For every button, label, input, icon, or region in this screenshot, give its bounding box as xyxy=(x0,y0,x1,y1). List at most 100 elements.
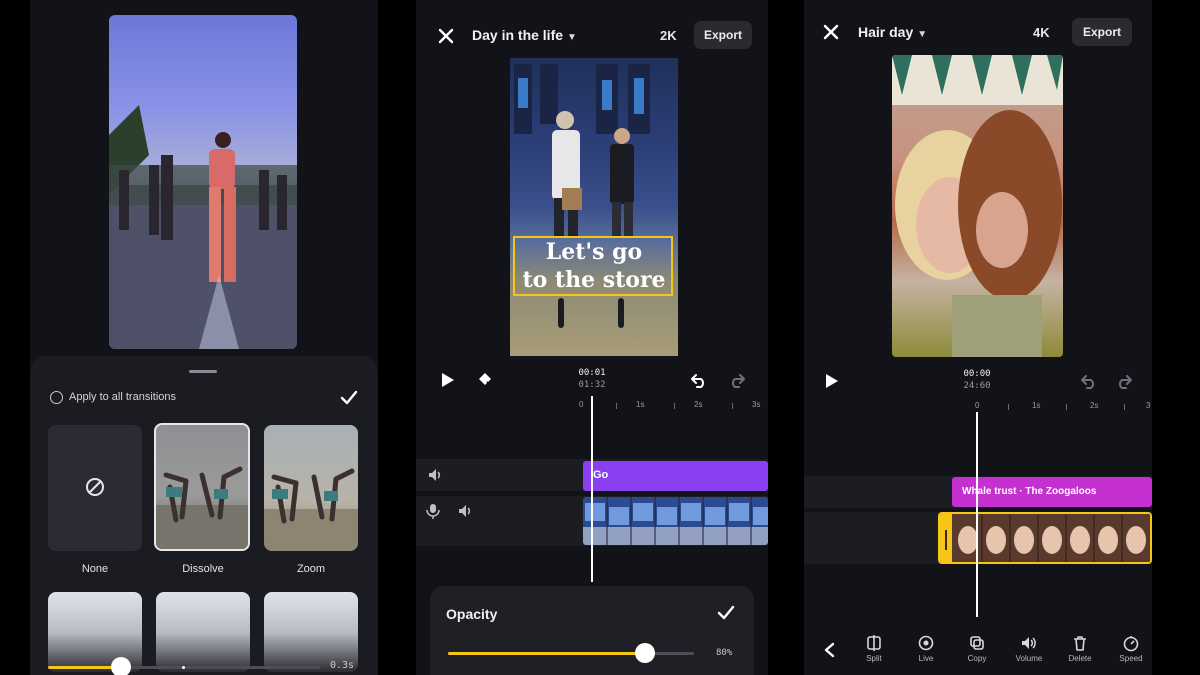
text-clip[interactable]: Go xyxy=(583,461,768,491)
tool-label: Volume xyxy=(1015,654,1043,663)
resolution-selector[interactable]: 4K xyxy=(1033,25,1050,40)
no-transition-icon xyxy=(86,478,104,496)
slider-midpoint-dot xyxy=(182,666,185,669)
video-frame-illustration xyxy=(514,64,650,328)
split-icon xyxy=(867,635,881,651)
redo-icon[interactable] xyxy=(728,371,746,389)
transition-label: None xyxy=(81,563,109,575)
phone-opacity-screen: Day in the life ▼ 2K Export Let's go to t… xyxy=(416,0,768,675)
opacity-slider-fill xyxy=(448,652,645,655)
opacity-value: 80% xyxy=(716,648,733,658)
ruler-tick xyxy=(1124,404,1125,410)
tool-label: Copy xyxy=(967,654,987,663)
sheet-grab-handle[interactable] xyxy=(189,370,217,373)
confirm-check-icon[interactable] xyxy=(339,388,359,408)
confirm-check-icon[interactable] xyxy=(716,603,736,623)
transition-label: Dissolve xyxy=(182,563,224,575)
ruler-tick xyxy=(1008,404,1009,410)
total-time: 24:60 xyxy=(963,381,991,391)
video-preview xyxy=(109,15,297,349)
opacity-panel: Opacity 80% xyxy=(430,586,754,675)
microphone-icon[interactable] xyxy=(424,502,442,520)
keyframe-icon[interactable] xyxy=(476,370,494,388)
ruler-label: 1s xyxy=(1032,401,1041,410)
apply-all-radio[interactable] xyxy=(50,391,63,404)
resolution-selector[interactable]: 2K xyxy=(660,28,677,43)
dancers-thumbnail xyxy=(264,468,358,551)
undo-icon[interactable] xyxy=(1080,372,1098,390)
text-clip-label: Go xyxy=(593,469,609,481)
ruler-label: 2s xyxy=(1090,401,1099,410)
phone-timeline-screen: Hair day ▼ 4K Export 00:00 24:60 0 1s 2s … xyxy=(804,0,1152,675)
playhead[interactable] xyxy=(976,412,978,617)
opacity-title: Opacity xyxy=(446,606,498,622)
export-button[interactable]: Export xyxy=(1072,18,1132,46)
play-icon[interactable] xyxy=(438,371,456,389)
filmstrip-frames xyxy=(583,497,768,545)
ruler-tick xyxy=(674,403,675,409)
speedometer-icon xyxy=(1123,636,1139,652)
current-time: 00:01 xyxy=(578,368,606,378)
audio-icon[interactable] xyxy=(426,466,444,484)
project-title: Day in the life xyxy=(472,27,564,43)
music-clip[interactable]: Whale trust · The Zoogaloos xyxy=(952,477,1152,507)
transition-thumb[interactable] xyxy=(156,592,250,672)
close-icon[interactable] xyxy=(437,27,455,45)
dancers-thumbnail xyxy=(156,466,248,549)
video-frame-illustration xyxy=(892,55,1063,357)
tool-label: Delete xyxy=(1068,654,1092,663)
redo-icon[interactable] xyxy=(1115,372,1133,390)
filmstrip-frames xyxy=(940,514,1150,562)
ruler-label: 1s xyxy=(636,400,645,409)
transitions-sheet: Apply to all transitions None Dissolve Z… xyxy=(30,356,378,675)
volume-icon xyxy=(1022,637,1036,649)
tool-label: Live xyxy=(918,654,934,663)
back-chevron-icon[interactable] xyxy=(821,641,839,659)
play-icon[interactable] xyxy=(822,372,840,390)
tool-label: Speed xyxy=(1119,654,1143,663)
chevron-down-icon: ▼ xyxy=(917,29,928,40)
tool-volume[interactable]: Volume xyxy=(1009,634,1049,663)
volume-icon[interactable] xyxy=(456,502,474,520)
project-title-dropdown[interactable]: Hair day ▼ xyxy=(858,24,927,40)
tool-delete[interactable]: Delete xyxy=(1060,634,1100,663)
ruler-tick xyxy=(732,403,733,409)
duration-slider-knob[interactable] xyxy=(111,657,131,675)
caption-line-2: to the store xyxy=(522,267,666,293)
trash-icon xyxy=(1074,636,1086,651)
apply-all-label: Apply to all transitions xyxy=(69,391,176,403)
caption-line-1: Let's go xyxy=(545,239,643,265)
undo-icon[interactable] xyxy=(690,371,708,389)
live-icon xyxy=(918,635,934,651)
project-title: Hair day xyxy=(858,24,914,40)
project-title-dropdown[interactable]: Day in the life ▼ xyxy=(472,27,577,43)
transition-zoom-thumb[interactable] xyxy=(264,425,358,551)
transition-none-thumb[interactable] xyxy=(48,425,142,551)
ruler-tick xyxy=(1066,404,1067,410)
selected-video-clip[interactable] xyxy=(938,512,1152,564)
ruler-label: 0 xyxy=(579,400,584,409)
music-clip-label: Whale trust · The Zoogaloos xyxy=(962,486,1097,497)
tool-split[interactable]: Split xyxy=(854,634,894,663)
video-clip-filmstrip[interactable] xyxy=(583,497,768,545)
export-button[interactable]: Export xyxy=(694,21,752,49)
copy-icon xyxy=(970,636,984,650)
video-preview xyxy=(892,55,1063,357)
tool-copy[interactable]: Copy xyxy=(957,634,997,663)
chevron-down-icon: ▼ xyxy=(567,32,577,43)
close-icon[interactable] xyxy=(822,23,840,41)
ruler-label: 2s xyxy=(694,400,703,409)
playhead[interactable] xyxy=(591,396,593,582)
tool-live[interactable]: Live xyxy=(906,634,946,663)
opacity-slider-knob[interactable] xyxy=(635,643,655,663)
tool-speed[interactable]: Speed xyxy=(1111,634,1151,663)
video-preview: Let's go to the store xyxy=(510,58,678,356)
ruler-label: 3 xyxy=(1146,401,1151,410)
transition-dissolve-thumb[interactable] xyxy=(154,423,250,551)
current-time: 00:00 xyxy=(963,369,991,379)
tool-label: Split xyxy=(866,654,882,663)
transition-label: Zoom xyxy=(296,563,326,575)
ruler-label: 0 xyxy=(975,401,980,410)
ruler-tick xyxy=(616,403,617,409)
total-time: 01:32 xyxy=(578,380,606,390)
